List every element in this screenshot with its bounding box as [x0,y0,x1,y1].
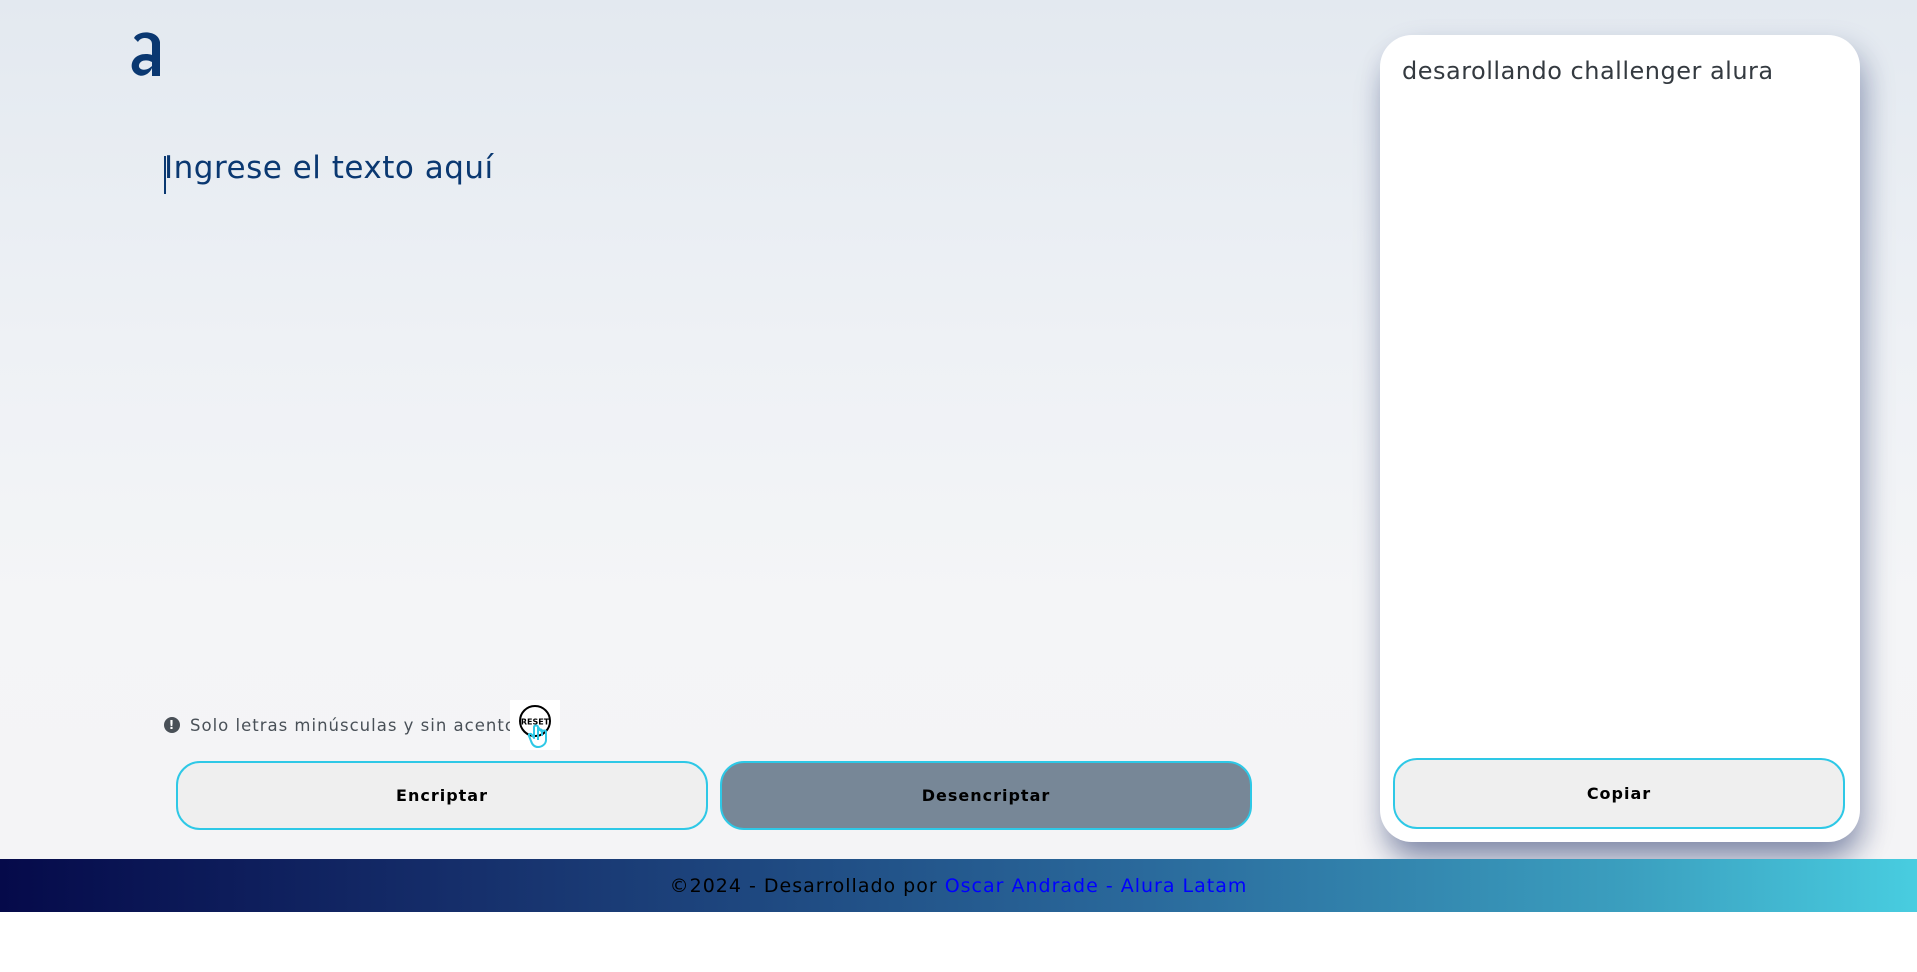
text-input[interactable] [164,150,1244,670]
reset-hand-pointer-icon: RESET [519,705,551,748]
reset-button[interactable]: RESET [510,700,560,750]
exclamation-circle-icon: ! [164,717,180,733]
decrypt-button[interactable]: Desencriptar [720,761,1252,830]
output-text: desarollando challenger alura [1402,57,1774,85]
encrypt-button[interactable]: Encriptar [176,761,708,830]
output-panel: desarollando challenger alura Copiar [1380,35,1860,842]
input-hint: ! Solo letras minúsculas y sin acentos [164,714,526,736]
copy-button[interactable]: Copiar [1393,758,1845,829]
alura-logo-icon [128,28,166,84]
footer: ©2024 - Desarrollado por Oscar Andrade -… [0,859,1917,912]
text-cursor [164,156,166,194]
page: ! Solo letras minúsculas y sin acentos R… [0,0,1917,972]
footer-credit: ©2024 - Desarrollado por [669,874,938,897]
hint-text: Solo letras minúsculas y sin acentos [190,715,526,735]
footer-author-link[interactable]: Oscar Andrade - Alura Latam [945,875,1248,897]
